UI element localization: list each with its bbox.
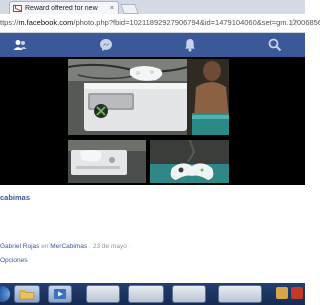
messenger-icon[interactable] — [98, 37, 114, 53]
system-tray-icon[interactable] — [276, 287, 288, 299]
new-tab-button[interactable] — [120, 4, 139, 14]
taskbar-explorer-button[interactable] — [14, 285, 40, 303]
photo-thumbnail-2[interactable] — [150, 140, 229, 183]
url-domain: m.facebook.com — [18, 18, 74, 27]
taskbar-app-button-2[interactable] — [128, 285, 164, 303]
folder-icon — [19, 290, 35, 300]
author-link[interactable]: Gabriel Rojas — [0, 243, 39, 250]
friends-icon[interactable] — [12, 37, 28, 53]
address-bar[interactable]: ttps://m.facebook.com/photo.php?fbid=102… — [0, 14, 320, 33]
browser-tab-strip: Reward offered for new × — [0, 0, 305, 14]
search-icon[interactable] — [267, 37, 283, 53]
tab-close-icon[interactable]: × — [110, 5, 114, 12]
group-name-link[interactable]: cabimas — [0, 193, 30, 202]
post-date: · 23 de mayo · — [88, 243, 131, 250]
tab-title: Reward offered for new — [25, 4, 98, 12]
media-player-icon — [54, 289, 66, 299]
taskbar-media-button[interactable] — [48, 285, 72, 303]
gmail-icon — [13, 4, 22, 12]
bookmark-star-icon[interactable]: ☆ — [289, 16, 299, 29]
main-photo[interactable] — [68, 59, 229, 135]
tray-app-icon[interactable] — [291, 287, 303, 299]
in-word: en — [41, 243, 49, 250]
post-metadata: Gabriel Rojas en MerCabimas · 23 de mayo… — [0, 243, 131, 250]
photo-thumbnail-1[interactable] — [68, 140, 146, 183]
url-text[interactable]: ttps://m.facebook.com/photo.php?fbid=102… — [0, 18, 320, 27]
notifications-icon[interactable] — [182, 37, 198, 53]
taskbar — [0, 283, 305, 305]
url-path: /photo.php?fbid=10211892927906794&id=147… — [73, 18, 320, 27]
group-link[interactable]: MerCabimas — [50, 243, 87, 250]
url-prefix: ttps:// — [0, 18, 19, 27]
browser-tab[interactable]: Reward offered for new × — [9, 1, 119, 14]
facebook-nav-bar — [0, 33, 305, 57]
taskbar-app-button-4[interactable] — [218, 285, 262, 303]
photo-viewer — [0, 57, 305, 185]
options-link[interactable]: Opciones — [0, 257, 27, 264]
taskbar-app-button-1[interactable] — [86, 285, 120, 303]
start-button[interactable] — [0, 286, 10, 302]
taskbar-app-button-3[interactable] — [172, 285, 206, 303]
